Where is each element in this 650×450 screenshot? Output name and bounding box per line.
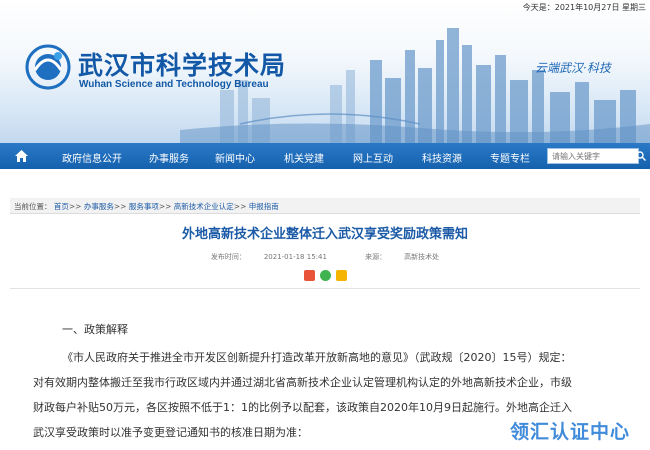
paragraph-line: 对有效期内整体搬迁至我市行政区域内并通过湖北省高新技术企业认定管理机构认定的外地… — [33, 376, 572, 389]
breadcrumb-services[interactable]: 办事服务 — [84, 202, 114, 211]
article-title: 外地高新技术企业整体迁入武汉享受奖励政策需知 — [181, 227, 468, 242]
date-display: 今天是：2021年10月27日 星期三 — [522, 3, 646, 12]
publish-time-label: 发布时间： — [210, 253, 246, 261]
wechat-share-icon[interactable] — [320, 270, 331, 281]
qzone-share-icon[interactable] — [336, 270, 347, 281]
home-button[interactable] — [0, 143, 42, 169]
site-name-english: Wuhan Science and Technology Bureau — [79, 79, 269, 90]
nav-item-interaction[interactable]: 网上互动 — [353, 150, 393, 165]
watermark: 领汇认证中心 — [510, 421, 631, 443]
search-button[interactable] — [632, 148, 650, 164]
paragraph-line: 《市人民政府关于推进全市开发区创新提升打造改革开放新高地的意见》（武政规〔202… — [62, 351, 572, 364]
site-name: 武汉市科学技术局 — [78, 51, 287, 80]
divider — [10, 288, 640, 289]
home-icon — [14, 150, 28, 162]
main-nav: 政府信息公开 办事服务 新闻中心 机关党建 网上互动 科技资源 专题专栏 — [0, 143, 650, 169]
nav-item-party[interactable]: 机关党建 — [284, 150, 324, 165]
source-label: 来源： — [365, 253, 387, 261]
nav-item-resources[interactable]: 科技资源 — [422, 150, 462, 165]
breadcrumb-separator: >> — [68, 202, 82, 211]
header-banner: 今天是：2021年10月27日 星期三 武汉市科学技术局 Wuhan Scien… — [0, 0, 650, 143]
nav-item-services[interactable]: 办事服务 — [149, 150, 189, 165]
breadcrumb-home[interactable]: 首页 — [54, 202, 69, 211]
article-meta: 发布时间： 2021-01-18 15:41 来源： 高新技术处 — [0, 252, 650, 262]
site-slogan: 云端武汉·科技 — [535, 61, 611, 75]
share-bar — [304, 270, 347, 281]
breadcrumb-service-items[interactable]: 服务事项 — [129, 202, 159, 211]
publish-time: 2021-01-18 15:41 — [263, 253, 327, 261]
nav-item-topics[interactable]: 专题专栏 — [490, 150, 530, 165]
breadcrumb: 当前位置： 首页>> 办事服务>> 服务事项>> 高新技术企业认定>> 申报指南 — [10, 198, 640, 214]
breadcrumb-guide[interactable]: 申报指南 — [249, 202, 279, 211]
section-heading: 一、政策解释 — [62, 323, 128, 336]
breadcrumb-label: 当前位置： — [14, 202, 52, 211]
nav-item-gov-info[interactable]: 政府信息公开 — [62, 150, 122, 165]
bureau-logo-icon — [25, 44, 71, 90]
article-source: 高新技术处 — [404, 253, 440, 261]
breadcrumb-separator: >> — [233, 202, 247, 211]
weibo-share-icon[interactable] — [304, 270, 315, 281]
breadcrumb-separator: >> — [158, 202, 172, 211]
breadcrumb-hitech-cert[interactable]: 高新技术企业认定 — [174, 202, 234, 211]
breadcrumb-separator: >> — [113, 202, 127, 211]
search-input[interactable] — [547, 148, 639, 164]
search-icon — [636, 151, 646, 161]
nav-item-news[interactable]: 新闻中心 — [215, 150, 255, 165]
